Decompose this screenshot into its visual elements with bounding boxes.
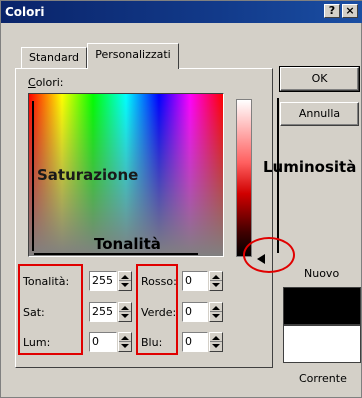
annotation-saturazione: Saturazione	[37, 166, 139, 184]
rosso-spinner[interactable]	[209, 271, 223, 291]
verde-input[interactable]: 0	[182, 302, 208, 322]
rosso-input[interactable]: 0	[182, 271, 208, 291]
spin-up-icon[interactable]	[212, 275, 220, 279]
tab-personalizzati[interactable]: Personalizzati	[87, 43, 179, 69]
spin-down-icon[interactable]	[212, 314, 220, 318]
new-color-swatch	[283, 287, 361, 325]
annotation-box-rgb	[136, 264, 178, 355]
annotation-tonalita: Tonalità	[94, 235, 161, 253]
spin-down-icon[interactable]	[212, 344, 220, 348]
palette-label: Colori:	[28, 76, 64, 89]
sat-spinner[interactable]	[118, 302, 132, 322]
current-color-swatch	[283, 325, 361, 363]
luminosity-bar[interactable]	[236, 99, 252, 257]
palette-label-text: olori:	[35, 76, 64, 89]
annotation-box-hsl	[18, 264, 83, 355]
nuovo-label: Nuovo	[304, 267, 340, 280]
spin-up-icon[interactable]	[121, 336, 129, 340]
color-dialog: Colori ? × Standard Personalizzati Color…	[0, 0, 362, 398]
spin-down-icon[interactable]	[121, 314, 129, 318]
window-title: Colori	[5, 5, 45, 19]
verde-spinner[interactable]	[209, 302, 223, 322]
spin-up-icon[interactable]	[212, 336, 220, 340]
spin-down-icon[interactable]	[121, 344, 129, 348]
hue-axis-line	[34, 253, 198, 255]
tonalita-spinner[interactable]	[118, 271, 132, 291]
tab-standard[interactable]: Standard	[21, 47, 87, 69]
blu-input[interactable]: 0	[182, 332, 208, 352]
spin-up-icon[interactable]	[212, 306, 220, 310]
saturation-axis-line	[32, 101, 34, 251]
close-button[interactable]: ×	[342, 4, 358, 18]
title-bar: Colori ? ×	[1, 1, 362, 23]
annulla-button[interactable]: Annulla	[280, 102, 359, 126]
annotation-ellipse-slider	[243, 237, 295, 273]
annotation-luminosita: Luminosità	[263, 158, 357, 176]
lum-spinner[interactable]	[118, 332, 132, 352]
sat-input[interactable]: 255	[89, 302, 117, 322]
help-button[interactable]: ?	[324, 4, 340, 18]
spin-up-icon[interactable]	[121, 306, 129, 310]
spin-down-icon[interactable]	[121, 283, 129, 287]
ok-button[interactable]: OK	[279, 66, 360, 92]
spin-up-icon[interactable]	[121, 275, 129, 279]
lum-input[interactable]: 0	[89, 332, 117, 352]
corrente-label: Corrente	[299, 372, 347, 385]
blu-spinner[interactable]	[209, 332, 223, 352]
spin-down-icon[interactable]	[212, 283, 220, 287]
tonalita-input[interactable]: 255	[89, 271, 117, 291]
